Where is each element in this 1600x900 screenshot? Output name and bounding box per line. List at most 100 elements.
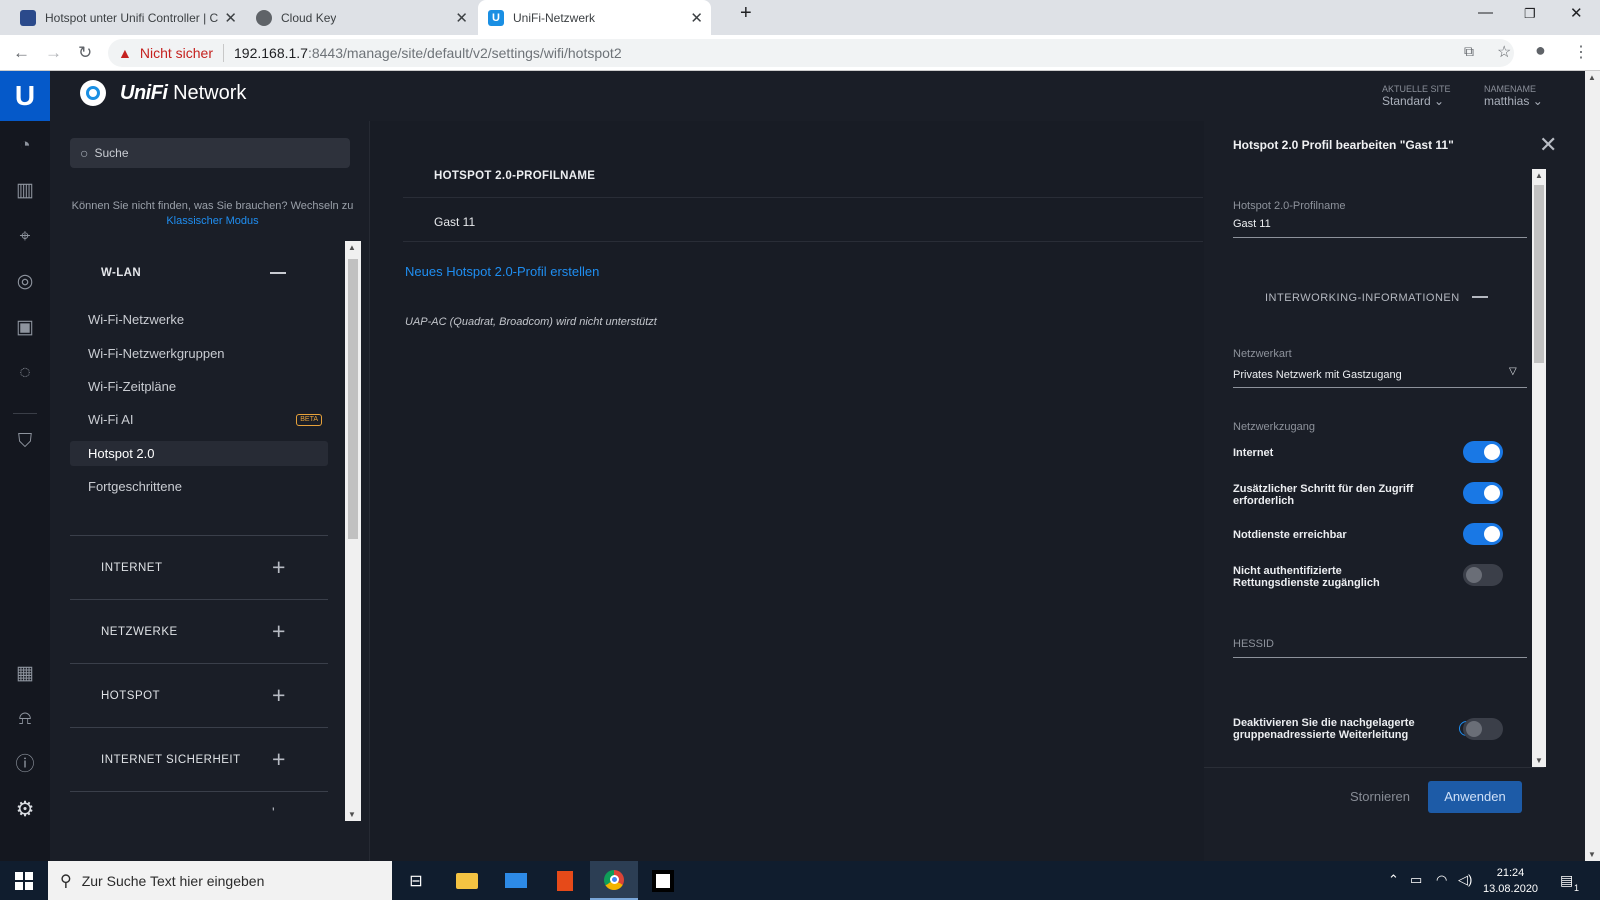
new-tab-icon[interactable]: + (740, 2, 752, 25)
back-icon[interactable]: ← (13, 43, 30, 63)
site-selector[interactable]: AKTUELLE SITE Standard ⌄ (1382, 83, 1451, 107)
sidebar-item-wifi-ai[interactable]: Wi-Fi AI BETA (70, 407, 328, 432)
insights-icon[interactable]: ◌ (13, 361, 37, 385)
unauth-rescue-toggle[interactable] (1463, 564, 1503, 586)
scroll-down-icon[interactable]: ▼ (348, 810, 356, 819)
brand-network: Network (173, 81, 247, 104)
interworking-heading[interactable]: INTERWORKING-INFORMATIONEN (1265, 292, 1460, 304)
close-tab-icon[interactable]: ✕ (455, 9, 468, 27)
section-internet-security[interactable]: INTERNET SICHERHEIT + (70, 727, 328, 791)
url-field[interactable]: ▲ Nicht sicher 192.168.1.7:8443/manage/s… (108, 39, 1514, 67)
minimize-icon[interactable]: — (1478, 4, 1493, 21)
page-scrollbar[interactable]: ▲ ▼ (1585, 71, 1600, 861)
qr-app-icon[interactable] (639, 861, 687, 900)
sidebar-item-hotspot-2[interactable]: Hotspot 2.0 (70, 441, 328, 466)
collapse-icon[interactable] (270, 272, 286, 274)
scrollbar-thumb[interactable] (348, 259, 358, 539)
cancel-button[interactable]: Stornieren (1350, 789, 1410, 804)
file-explorer-icon[interactable] (443, 861, 491, 900)
tray-expand-icon[interactable]: ⌃ (1388, 872, 1399, 888)
windows-taskbar: ⚲ Zur Suche Text hier eingeben ⊟ ⌃ ▭ ◠ ◁… (0, 861, 1600, 900)
sidebar-scrollbar[interactable]: ▲ ▼ (345, 241, 361, 821)
profile-name-column-header[interactable]: HOTSPOT 2.0-PROFILNAME (434, 170, 595, 182)
browser-menu-icon[interactable]: ⋮ (1573, 42, 1589, 62)
expand-plus-icon[interactable]: + (272, 554, 285, 581)
scroll-up-icon[interactable]: ▲ (348, 243, 356, 252)
network-type-select[interactable]: Privates Netzwerk mit Gastzugang (1233, 369, 1402, 381)
disable-forwarding-toggle[interactable] (1463, 718, 1503, 740)
user-menu[interactable]: NAMENAME matthias ⌄ (1484, 83, 1543, 107)
volume-icon[interactable]: ◁) (1458, 872, 1472, 888)
profile-name-field[interactable]: Gast 11 (1233, 218, 1271, 230)
sidebar-item-advanced[interactable]: Fortgeschrittene (70, 474, 328, 499)
internet-toggle[interactable] (1463, 441, 1503, 463)
scroll-down-icon[interactable]: ▼ (1535, 756, 1543, 765)
extra-step-toggle[interactable] (1463, 482, 1503, 504)
gear-icon[interactable]: ⚙ (13, 798, 37, 822)
taskbar-search-input[interactable]: ⚲ Zur Suche Text hier eingeben (48, 861, 392, 900)
tab-unifi-network[interactable]: U UniFi-Netzwerk ✕ (478, 0, 711, 35)
wlan-section-heading[interactable]: W-LAN (101, 267, 141, 279)
help-icon[interactable]: ⓘ (13, 753, 37, 777)
calendar-icon[interactable]: ▦ (13, 662, 37, 686)
security-indicator[interactable]: ▲ Nicht sicher (118, 45, 213, 61)
start-button[interactable] (0, 861, 48, 900)
shield-icon[interactable]: ⛉ (13, 430, 37, 454)
create-profile-link[interactable]: Neues Hotspot 2.0-Profil erstellen (405, 264, 599, 279)
emergency-services-toggle[interactable] (1463, 523, 1503, 545)
maximize-icon[interactable]: ❐ (1524, 6, 1536, 22)
wifi-icon[interactable]: ◠ (1436, 872, 1447, 888)
translate-icon[interactable]: ⧉ (1464, 43, 1474, 60)
sidebar-item-wifi-network-groups[interactable]: Wi-Fi-Netzwerkgruppen (70, 341, 328, 366)
forward-icon[interactable]: → (45, 43, 62, 63)
profile-icon[interactable]: ● (1535, 40, 1546, 61)
tab-cloud-key[interactable]: Cloud Key ✕ (246, 0, 476, 35)
expand-plus-icon[interactable]: ' (272, 804, 275, 820)
statistics-icon[interactable]: ▥ (13, 179, 37, 203)
clients-icon[interactable]: ▣ (13, 316, 37, 340)
section-hotspot[interactable]: HOTSPOT + (70, 663, 328, 727)
apply-button[interactable]: Anwenden (1428, 781, 1522, 813)
notification-center-icon[interactable]: ▤ (1560, 872, 1573, 889)
task-view-icon[interactable]: ⊟ (392, 861, 440, 900)
bookmark-star-icon[interactable]: ☆ (1497, 42, 1511, 62)
search-input[interactable]: ○ Suche (70, 138, 350, 168)
scroll-up-icon[interactable]: ▲ (1588, 73, 1596, 82)
office-icon[interactable] (541, 861, 589, 900)
expand-plus-icon[interactable]: + (272, 682, 285, 709)
profile-name-label: Hotspot 2.0-Profilname (1233, 200, 1346, 212)
collapse-icon[interactable] (1472, 296, 1488, 298)
bell-icon[interactable]: ⍾ (13, 707, 37, 731)
mail-icon[interactable] (492, 861, 540, 900)
chevron-down-icon[interactable]: ▽ (1509, 366, 1517, 377)
battery-icon[interactable]: ▭ (1410, 872, 1422, 888)
scrollbar-thumb[interactable] (1534, 185, 1544, 363)
close-icon[interactable]: ✕ (1539, 132, 1557, 158)
sidebar-item-wifi-networks[interactable]: Wi-Fi-Netzwerke (70, 307, 328, 332)
unifi-favicon-icon: U (488, 9, 504, 26)
chrome-icon[interactable] (590, 861, 638, 900)
hessid-field[interactable] (1233, 657, 1527, 658)
section-networks[interactable]: NETZWERKE + (70, 599, 328, 663)
panel-scrollbar[interactable]: ▲ ▼ (1532, 169, 1546, 767)
close-window-icon[interactable]: ✕ (1570, 4, 1583, 22)
scroll-up-icon[interactable]: ▲ (1535, 171, 1543, 180)
taskbar-clock[interactable]: 21:24 13.08.2020 (1483, 865, 1538, 897)
dashboard-icon[interactable]: ◔ (13, 134, 37, 158)
user-menu-value: matthias (1484, 94, 1530, 108)
map-icon[interactable]: ⌖ (13, 225, 37, 249)
reload-icon[interactable]: ↻ (78, 43, 92, 63)
expand-plus-icon[interactable]: + (272, 746, 285, 773)
tab-hotspot-article[interactable]: Hotspot unter Unifi Controller | C ✕ (10, 0, 245, 35)
scroll-down-icon[interactable]: ▼ (1588, 850, 1596, 859)
table-row[interactable]: Gast 11 (434, 215, 475, 229)
ubiquiti-logo[interactable]: U (0, 71, 50, 121)
expand-plus-icon[interactable]: + (272, 618, 285, 645)
devices-icon[interactable]: ◎ (13, 270, 37, 294)
close-tab-icon[interactable]: ✕ (224, 9, 237, 27)
close-tab-icon[interactable]: ✕ (690, 9, 703, 27)
section-internet[interactable]: INTERNET + (70, 535, 328, 599)
classic-mode-link[interactable]: Klassischer Modus (166, 215, 258, 227)
search-placeholder: Suche (94, 146, 129, 160)
sidebar-item-wifi-schedules[interactable]: Wi-Fi-Zeitpläne (70, 374, 328, 399)
